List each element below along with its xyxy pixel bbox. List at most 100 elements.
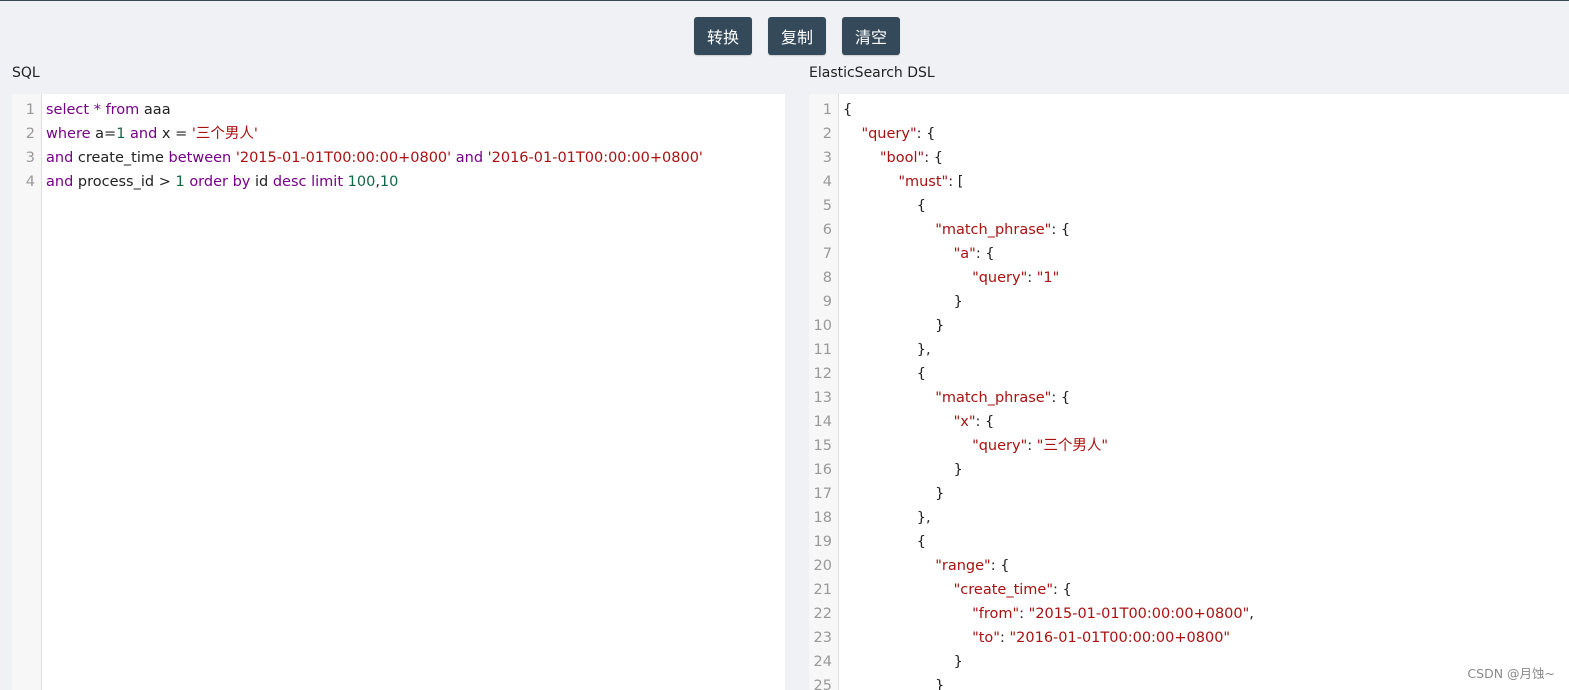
code-token: }, [843, 510, 931, 526]
code-token: } [843, 318, 945, 334]
code-token: "query" [861, 126, 917, 142]
code-text[interactable]: and process_id > 1 order by id desc limi… [46, 170, 785, 194]
code-line[interactable]: 4 "must": [ [809, 170, 1569, 194]
code-line[interactable]: 12 { [809, 362, 1569, 386]
line-number: 22 [813, 606, 832, 622]
code-token: : [1027, 270, 1037, 286]
code-token: and [130, 126, 158, 142]
code-token: { [843, 534, 926, 550]
code-line[interactable]: 5 { [809, 194, 1569, 218]
code-line[interactable]: 4 and process_id > 1 order by id desc lim… [12, 170, 785, 194]
code-line[interactable]: 2 where a=1 and x = '三个男人' [12, 122, 785, 146]
code-line[interactable]: 2 "query": { [809, 122, 1569, 146]
code-text[interactable]: } [843, 290, 1569, 314]
code-line[interactable]: 25 } [809, 674, 1569, 690]
code-text[interactable]: "from": "2015-01-01T00:00:00+0800", [843, 602, 1569, 626]
code-text[interactable]: } [843, 482, 1569, 506]
code-line[interactable]: 21 "create_time": { [809, 578, 1569, 602]
code-line[interactable]: 6 "match_phrase": { [809, 218, 1569, 242]
code-token: } [843, 294, 963, 310]
code-text[interactable]: "match_phrase": { [843, 386, 1569, 410]
line-number: 14 [813, 414, 832, 430]
clear-button[interactable]: 清空 [842, 17, 900, 55]
code-text[interactable]: "query": "三个男人" [843, 434, 1569, 458]
code-text[interactable]: select * from aaa [46, 98, 785, 122]
code-line[interactable]: 24 } [809, 650, 1569, 674]
code-line[interactable]: 14 "x": { [809, 410, 1569, 434]
code-line[interactable]: 18 }, [809, 506, 1569, 530]
code-token: "2015-01-01T00:00:00+0800" [1028, 606, 1250, 622]
code-line[interactable]: 23 "to": "2016-01-01T00:00:00+0800" [809, 626, 1569, 650]
code-text[interactable]: "query": "1" [843, 266, 1569, 290]
code-token: "x" [953, 414, 976, 430]
line-number: 4 [822, 174, 832, 190]
code-text[interactable]: { [843, 362, 1569, 386]
code-text[interactable]: "must": [ [843, 170, 1569, 194]
code-token: { [843, 198, 926, 214]
code-text[interactable]: } [843, 314, 1569, 338]
code-text[interactable]: } [843, 458, 1569, 482]
code-line[interactable]: 10 } [809, 314, 1569, 338]
code-text[interactable]: "to": "2016-01-01T00:00:00+0800" [843, 626, 1569, 650]
code-line[interactable]: 22 "from": "2015-01-01T00:00:00+0800", [809, 602, 1569, 626]
code-line[interactable]: 9 } [809, 290, 1569, 314]
code-text[interactable]: { [843, 194, 1569, 218]
convert-button[interactable]: 转换 [694, 17, 752, 55]
code-line[interactable]: 19 { [809, 530, 1569, 554]
copy-button[interactable]: 复制 [768, 17, 826, 55]
dsl-editor-lines[interactable]: 1{2 "query": {3 "bool": {4 "must": [5 {6… [809, 98, 1569, 690]
code-line[interactable]: 1{ [809, 98, 1569, 122]
code-token: create_time [73, 150, 169, 166]
code-text[interactable]: "match_phrase": { [843, 218, 1569, 242]
code-text[interactable]: { [843, 530, 1569, 554]
code-line[interactable]: 20 "range": { [809, 554, 1569, 578]
code-text[interactable]: }, [843, 506, 1569, 530]
toolbar: 转换 复制 清空 [0, 17, 1569, 57]
code-line[interactable]: 11 }, [809, 338, 1569, 362]
code-text[interactable]: "create_time": { [843, 578, 1569, 602]
code-token: and [455, 150, 484, 166]
code-token: "from" [972, 606, 1020, 622]
code-line[interactable]: 1 select * from aaa [12, 98, 785, 122]
code-text[interactable]: } [843, 650, 1569, 674]
line-number: 1 [25, 102, 35, 118]
code-token: "三个男人" [1036, 438, 1109, 454]
code-text[interactable]: and create_time between '2015-01-01T00:0… [46, 146, 785, 170]
code-line[interactable]: 8 "query": "1" [809, 266, 1569, 290]
code-line[interactable]: 3 "bool": { [809, 146, 1569, 170]
code-token: } [843, 486, 945, 502]
code-token: 10 [379, 174, 399, 190]
code-text[interactable]: { [843, 98, 1569, 122]
code-text[interactable]: "x": { [843, 410, 1569, 434]
code-token: : [1019, 606, 1029, 622]
code-line[interactable]: 15 "query": "三个男人" [809, 434, 1569, 458]
code-text[interactable]: "a": { [843, 242, 1569, 266]
code-text[interactable]: "query": { [843, 122, 1569, 146]
code-token: and [46, 150, 74, 166]
code-text[interactable]: "range": { [843, 554, 1569, 578]
code-text[interactable]: where a=1 and x = '三个男人' [46, 122, 785, 146]
line-number: 23 [813, 630, 832, 646]
code-line[interactable]: 7 "a": { [809, 242, 1569, 266]
code-token: : [ [948, 174, 964, 190]
code-token: "match_phrase" [935, 390, 1052, 406]
dsl-editor[interactable]: 1{2 "query": {3 "bool": {4 "must": [5 {6… [809, 94, 1569, 690]
line-number: 15 [813, 438, 832, 454]
code-text[interactable]: } [843, 674, 1569, 690]
code-line[interactable]: 16 } [809, 458, 1569, 482]
sql-editor[interactable]: 1 select * from aaa 2 where a=1 and x = '三个… [12, 94, 785, 690]
code-text[interactable]: }, [843, 338, 1569, 362]
code-line[interactable]: 3 and create_time between '2015-01-01T00:… [12, 146, 785, 170]
code-text[interactable]: "bool": { [843, 146, 1569, 170]
code-token: : { [924, 150, 943, 166]
code-token: "to" [972, 630, 1000, 646]
code-line[interactable]: 13 "match_phrase": { [809, 386, 1569, 410]
code-line[interactable]: 17 } [809, 482, 1569, 506]
sql-editor-lines[interactable]: 1 select * from aaa 2 where a=1 and x = '三个… [12, 98, 785, 194]
